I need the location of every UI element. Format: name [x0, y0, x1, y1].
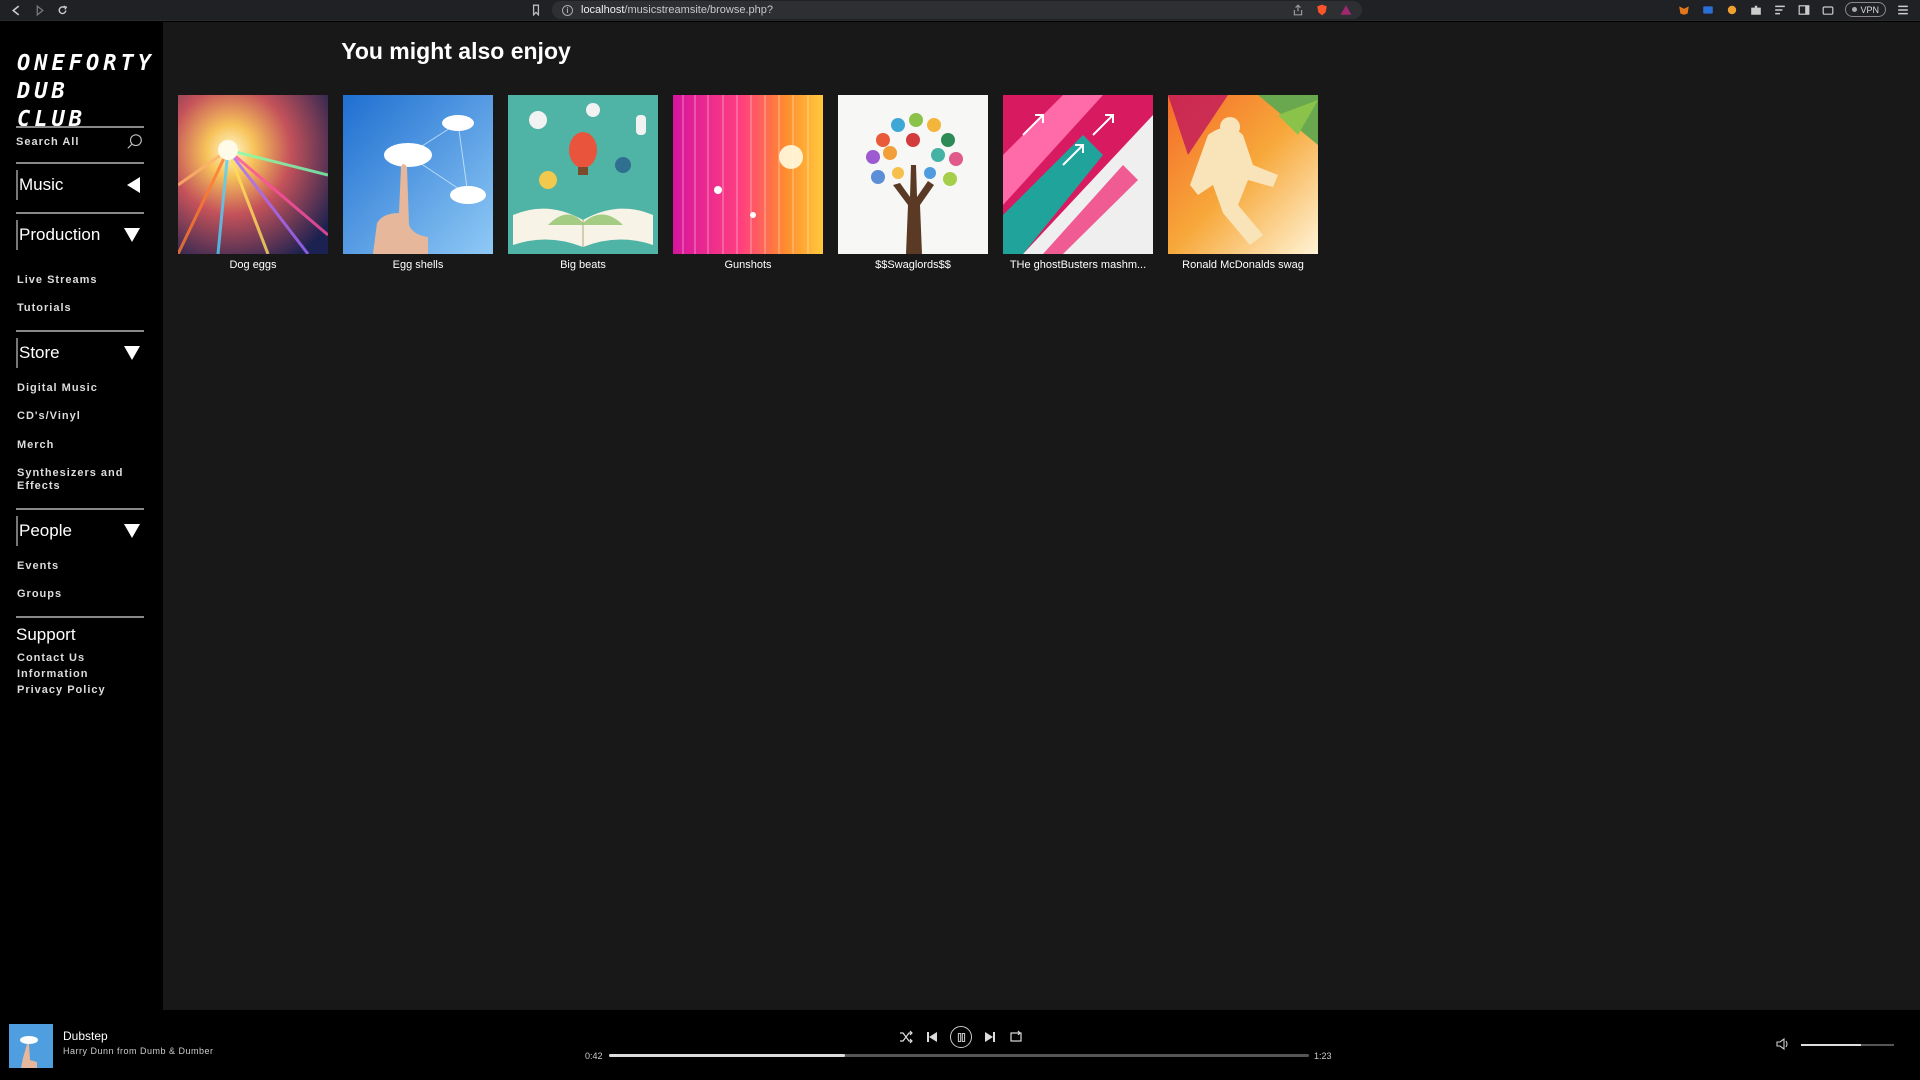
caret-down-icon[interactable] — [124, 346, 140, 360]
section-title: Store — [19, 343, 60, 362]
search-icon[interactable] — [126, 133, 144, 151]
section-people[interactable]: People — [16, 516, 144, 546]
sidebar-item-live-streams[interactable]: Live Streams — [17, 274, 97, 287]
volume-icon[interactable] — [1776, 1037, 1790, 1051]
divider — [16, 616, 144, 618]
player-bar: Dubstep Harry Dunn from Dumb & Dumber 0:… — [0, 1010, 1920, 1080]
album-art-book[interactable] — [508, 95, 658, 254]
sidebar-item-merch[interactable]: Merch — [17, 439, 54, 452]
wallet-icon[interactable] — [1821, 3, 1835, 17]
forward-icon[interactable] — [32, 3, 46, 17]
sidebar-toggle-icon[interactable] — [1797, 3, 1811, 17]
album-card[interactable]: Gunshots — [673, 95, 823, 271]
divider — [16, 508, 144, 510]
album-title[interactable]: $$Swaglords$$ — [838, 259, 988, 271]
metamask-icon[interactable] — [1677, 3, 1691, 17]
volume-fill — [1801, 1044, 1862, 1046]
album-art-arrows[interactable] — [1003, 95, 1153, 254]
section-support[interactable]: Support — [16, 625, 76, 645]
volume-slider[interactable] — [1801, 1044, 1894, 1046]
now-playing-title[interactable]: Dubstep — [63, 1029, 108, 1043]
share-icon[interactable] — [1292, 3, 1306, 17]
album-card[interactable]: Big beats — [508, 95, 658, 271]
album-title[interactable]: Egg shells — [343, 259, 493, 271]
section-music[interactable]: Music — [16, 170, 144, 200]
divider — [16, 330, 144, 332]
address-bar[interactable]: i localhost/musicstreamsite/browse.php? — [552, 1, 1362, 19]
main-content: You might also enjoy Dog eggs Egg shells… — [163, 22, 1920, 1010]
page-title: You might also enjoy — [341, 38, 571, 64]
section-title: Production — [19, 225, 101, 244]
now-playing-artist[interactable]: Harry Dunn from Dumb & Dumber — [63, 1046, 214, 1056]
search-all[interactable]: Search All — [16, 131, 144, 153]
extension-blue-icon[interactable] — [1701, 3, 1715, 17]
sidebar-item-information[interactable]: Information — [17, 668, 89, 681]
section-production[interactable]: Production — [16, 220, 144, 250]
vpn-status-icon — [1852, 7, 1858, 12]
album-title[interactable]: Big beats — [508, 259, 658, 271]
extension-gear-icon[interactable] — [1725, 3, 1739, 17]
brave-rewards-icon[interactable] — [1340, 3, 1354, 17]
caret-down-icon[interactable] — [124, 524, 140, 538]
shuffle-icon[interactable] — [898, 1029, 914, 1045]
divider — [16, 126, 144, 128]
caret-left-icon[interactable] — [127, 177, 140, 193]
site-info-icon[interactable]: i — [562, 4, 573, 16]
album-card[interactable]: Dog eggs — [178, 95, 328, 271]
url-text: localhost/musicstreamsite/browse.php? — [581, 4, 773, 16]
brave-shield-icon[interactable] — [1316, 3, 1330, 17]
album-art-tree[interactable] — [838, 95, 988, 254]
album-card[interactable]: $$Swaglords$$ — [838, 95, 988, 271]
sidebar-item-contact-us[interactable]: Contact Us — [17, 652, 85, 665]
album-title[interactable]: THe ghostBusters mashm... — [1003, 259, 1153, 271]
vpn-button[interactable]: VPN — [1845, 2, 1886, 17]
sidebar-item-groups[interactable]: Groups — [17, 588, 62, 601]
section-store[interactable]: Store — [16, 338, 144, 368]
sidebar-item-synthesizers[interactable]: Synthesizers and Effects — [17, 467, 137, 493]
sidebar-item-tutorials[interactable]: Tutorials — [17, 302, 72, 315]
search-label: Search All — [16, 136, 80, 148]
sidebar-item-events[interactable]: Events — [17, 560, 59, 573]
album-card[interactable]: Egg shells — [343, 95, 493, 271]
album-art-runner[interactable] — [1168, 95, 1318, 254]
album-grid: Dog eggs Egg shells Big beats Gunshots $… — [178, 95, 1318, 271]
sidebar-item-digital-music[interactable]: Digital Music — [17, 382, 98, 395]
duration-time: 1:23 — [1314, 1051, 1332, 1061]
caret-down-icon[interactable] — [124, 228, 140, 242]
repeat-icon[interactable] — [1008, 1029, 1024, 1045]
puzzle-icon[interactable] — [1749, 3, 1763, 17]
album-title[interactable]: Dog eggs — [178, 259, 328, 271]
album-card[interactable]: THe ghostBusters mashm... — [1003, 95, 1153, 271]
album-title[interactable]: Ronald McDonalds swag — [1168, 259, 1318, 271]
playback-controls — [898, 1026, 1024, 1048]
album-art-cloud[interactable] — [343, 95, 493, 254]
menu-icon[interactable] — [1896, 3, 1910, 17]
back-icon[interactable] — [9, 3, 23, 17]
sidebar-item-privacy-policy[interactable]: Privacy Policy — [17, 684, 106, 697]
divider — [16, 162, 144, 164]
progress-bar[interactable] — [609, 1054, 1309, 1057]
divider — [16, 212, 144, 214]
album-title[interactable]: Gunshots — [673, 259, 823, 271]
album-card[interactable]: Ronald McDonalds swag — [1168, 95, 1318, 271]
bookmark-icon[interactable] — [530, 3, 544, 17]
sidebar: ONEFORTY DUB CLUB Search All Music Produ… — [0, 22, 163, 1010]
next-icon[interactable] — [982, 1029, 998, 1045]
previous-icon[interactable] — [924, 1029, 940, 1045]
sidebar-item-cds-vinyl[interactable]: CD's/Vinyl — [17, 410, 81, 423]
progress-fill — [609, 1054, 845, 1057]
album-art-burst[interactable] — [178, 95, 328, 254]
pause-button[interactable] — [950, 1026, 972, 1048]
section-title: Music — [19, 175, 64, 194]
reload-icon[interactable] — [55, 3, 69, 17]
playlist-icon[interactable] — [1773, 3, 1787, 17]
section-title: People — [19, 521, 72, 540]
album-art-stripes[interactable] — [673, 95, 823, 254]
browser-toolbar: i localhost/musicstreamsite/browse.php? … — [0, 0, 1920, 21]
now-playing-art[interactable] — [9, 1024, 53, 1068]
elapsed-time: 0:42 — [585, 1051, 603, 1061]
